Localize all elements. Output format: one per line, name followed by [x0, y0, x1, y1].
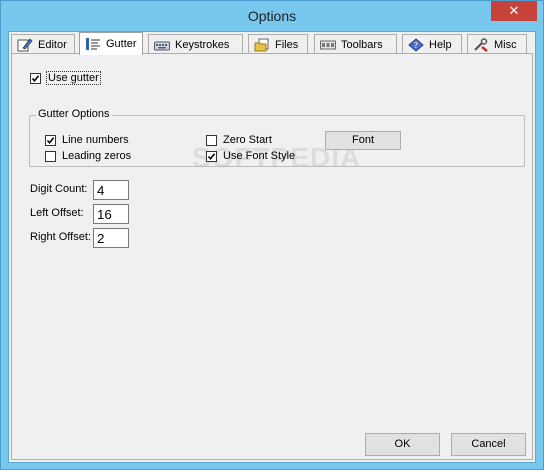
leading-zeros-checkbox[interactable]: Leading zeros: [45, 150, 131, 162]
use-gutter-label: Use gutter: [46, 71, 101, 85]
checkbox-box: [45, 150, 56, 162]
tab-keystrokes[interactable]: Keystrokes: [148, 34, 243, 54]
ok-button[interactable]: OK: [365, 433, 440, 456]
zero-start-checkbox[interactable]: Zero Start: [206, 134, 272, 146]
checkbox-box: [206, 150, 217, 162]
tab-misc[interactable]: Misc: [467, 34, 527, 54]
digit-count-field[interactable]: [93, 180, 129, 200]
title-bar[interactable]: Options ✕: [1, 1, 543, 31]
tab-label: Misc: [494, 38, 517, 51]
tab-files[interactable]: Files: [248, 34, 308, 54]
window-title: Options: [247, 8, 297, 24]
gutter-icon: [85, 37, 101, 51]
line-numbers-checkbox[interactable]: Line numbers: [45, 134, 129, 146]
use-font-style-checkbox[interactable]: Use Font Style: [206, 150, 295, 162]
gutter-tab-panel: SOFTPEDIA Use gutter Gutter Options Line…: [11, 53, 533, 460]
checkbox-label: Line numbers: [62, 134, 129, 146]
options-window: Options ✕ Editor Gutter Keystrokes Files…: [0, 0, 544, 470]
tab-label: Editor: [38, 38, 67, 51]
checkbox-label: Leading zeros: [62, 150, 132, 162]
checkbox-box: [206, 134, 217, 146]
help-icon: ?: [408, 37, 424, 52]
gutter-options-group: Gutter Options Line numbers Leading zero…: [29, 108, 525, 167]
checkbox-box: [45, 134, 56, 146]
tab-help[interactable]: ? Help: [402, 34, 462, 54]
cancel-button[interactable]: Cancel: [451, 433, 526, 456]
files-icon: [254, 38, 270, 52]
tab-label: Help: [429, 38, 452, 51]
tab-label: Gutter: [106, 38, 137, 50]
svg-text:?: ?: [414, 41, 418, 50]
keyboard-icon: [154, 38, 170, 52]
group-title: Gutter Options: [36, 108, 112, 120]
tools-icon: [473, 37, 489, 52]
pencil-icon: [17, 37, 33, 52]
tab-label: Files: [275, 38, 299, 51]
checkbox-label: Zero Start: [223, 134, 272, 146]
left-offset-field[interactable]: [93, 204, 129, 224]
right-offset-field[interactable]: [93, 228, 129, 248]
tab-toolbars[interactable]: Toolbars: [314, 34, 397, 54]
left-offset-label: Left Offset:: [30, 207, 84, 219]
tab-editor[interactable]: Editor: [11, 34, 75, 54]
checkbox-label: Use Font Style: [223, 150, 296, 162]
font-button[interactable]: Font: [325, 131, 401, 150]
checkbox-box: [30, 72, 41, 84]
tab-label: Keystrokes: [175, 38, 230, 51]
right-offset-label: Right Offset:: [30, 231, 91, 243]
close-button[interactable]: ✕: [491, 1, 537, 21]
digit-count-label: Digit Count:: [30, 183, 88, 195]
dialog-client-area: Editor Gutter Keystrokes Files Toolbars …: [8, 31, 536, 463]
toolbar-icon: [320, 38, 336, 52]
tab-gutter[interactable]: Gutter: [79, 32, 143, 55]
tab-label: Toolbars: [341, 38, 383, 51]
use-gutter-checkbox[interactable]: Use gutter: [30, 71, 101, 85]
